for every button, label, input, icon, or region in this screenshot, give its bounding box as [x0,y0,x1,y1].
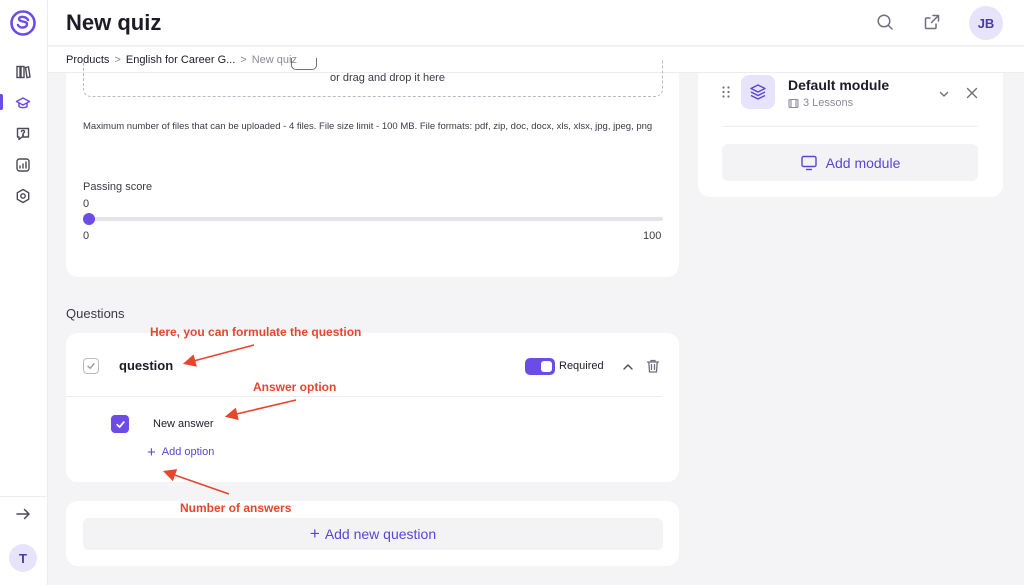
active-indicator [0,94,3,110]
module-divider [722,126,978,127]
close-icon[interactable] [964,85,980,101]
passing-score-slider[interactable] [87,217,663,221]
annotation-count: Number of answers [180,501,292,515]
top-header: New quiz JB [48,0,1024,46]
quiz-settings-card [66,73,679,277]
upload-icon [291,58,317,70]
annotation-answer: Answer option [253,380,337,394]
add-option-button[interactable]: + Add option [147,443,215,461]
answer-option-input[interactable]: New answer [153,418,214,430]
drag-handle-icon[interactable] [721,85,731,99]
required-toggle[interactable] [525,358,555,375]
annotation-question: Here, you can formulate the question [150,325,362,339]
question-divider [66,396,662,397]
graduation-cap-icon[interactable] [14,94,32,112]
question-bubble-icon[interactable] [14,125,32,143]
add-question-label: Add new question [324,526,437,542]
slider-handle[interactable] [83,213,95,225]
required-label: Required [559,360,604,372]
sidebar: T [0,0,48,585]
chart-icon[interactable] [14,156,32,174]
module-lessons-count: 3 Lessons [788,97,853,109]
slider-min-label: 0 [83,230,90,242]
drop-zone-text: or drag and drop it here [330,72,445,84]
add-module-button[interactable]: Add module [722,144,978,181]
toggle-knob [541,361,552,372]
question-title-input[interactable]: question [119,358,173,373]
question-card [66,333,679,482]
hexagon-gear-icon[interactable] [14,187,32,205]
external-link-icon[interactable] [922,12,942,32]
expand-arrow-icon[interactable] [14,505,32,523]
plus-icon: + [309,524,320,543]
page-title: New quiz [66,10,162,35]
app-logo-icon[interactable] [9,9,37,37]
passing-score-label: Passing score [83,181,153,193]
upload-limits-note: Maximum number of files that can be uplo… [83,121,653,132]
monitor-icon [800,155,817,170]
file-drop-zone[interactable]: or drag and drop it here [83,58,663,97]
library-icon[interactable] [14,63,32,81]
sidebar-divider [0,496,48,497]
search-icon[interactable] [875,12,895,32]
add-module-label: Add module [825,154,901,171]
passing-score-value: 0 [83,198,90,210]
layers-icon [741,75,775,109]
answer-correct-checkbox[interactable] [111,415,129,433]
add-new-question-button[interactable]: + Add new question [83,518,663,550]
slider-max-label: 100 [643,230,662,242]
account-avatar[interactable]: JB [969,6,1003,40]
question-select-checkbox[interactable] [83,358,99,374]
trash-icon[interactable] [645,358,661,374]
lessons-label: 3 Lessons [803,97,854,109]
user-avatar[interactable]: T [9,544,37,572]
plus-icon: + [147,443,156,461]
add-option-label: Add option [161,446,215,458]
questions-section-title: Questions [66,306,125,321]
module-title[interactable]: Default module [788,77,889,93]
chevron-up-icon[interactable] [621,360,635,374]
chevron-down-icon[interactable] [937,87,951,101]
lesson-film-icon [788,98,799,108]
